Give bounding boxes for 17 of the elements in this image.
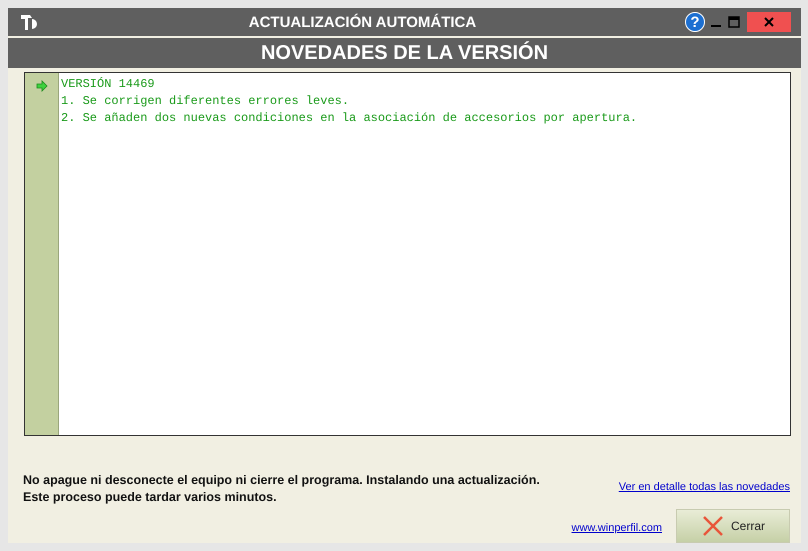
minimize-icon bbox=[711, 25, 721, 27]
window-title: ACTUALIZACIÓN AUTOMÁTICA bbox=[248, 14, 478, 30]
details-link[interactable]: Ver en detalle todas las novedades bbox=[618, 480, 790, 492]
cross-icon bbox=[700, 514, 725, 538]
arrow-icon bbox=[36, 80, 48, 92]
help-button[interactable]: ? bbox=[685, 12, 705, 32]
maximize-button[interactable] bbox=[727, 15, 741, 29]
close-button[interactable] bbox=[747, 12, 791, 32]
website-link[interactable]: www.winperfil.com bbox=[572, 522, 662, 534]
close-dialog-button[interactable]: Cerrar bbox=[676, 509, 790, 543]
section-header: NOVEDADES DE LA VERSIÓN bbox=[8, 38, 801, 68]
warning-message: No apague ni desconecte el equipo ni cierre el programa. Instalando una actualización. Este proceso puede tardar varios minutos. bbox=[23, 472, 541, 506]
note-line: VERSIÓN 14469 bbox=[61, 76, 156, 93]
close-icon bbox=[763, 16, 775, 28]
note-line: 1. Se corrigen diferentes errores leves. bbox=[61, 93, 350, 110]
note-line: 2. Se añaden dos nuevas condiciones en la asociación de accesorios por apertura. bbox=[61, 110, 638, 127]
maximize-icon bbox=[727, 15, 741, 29]
